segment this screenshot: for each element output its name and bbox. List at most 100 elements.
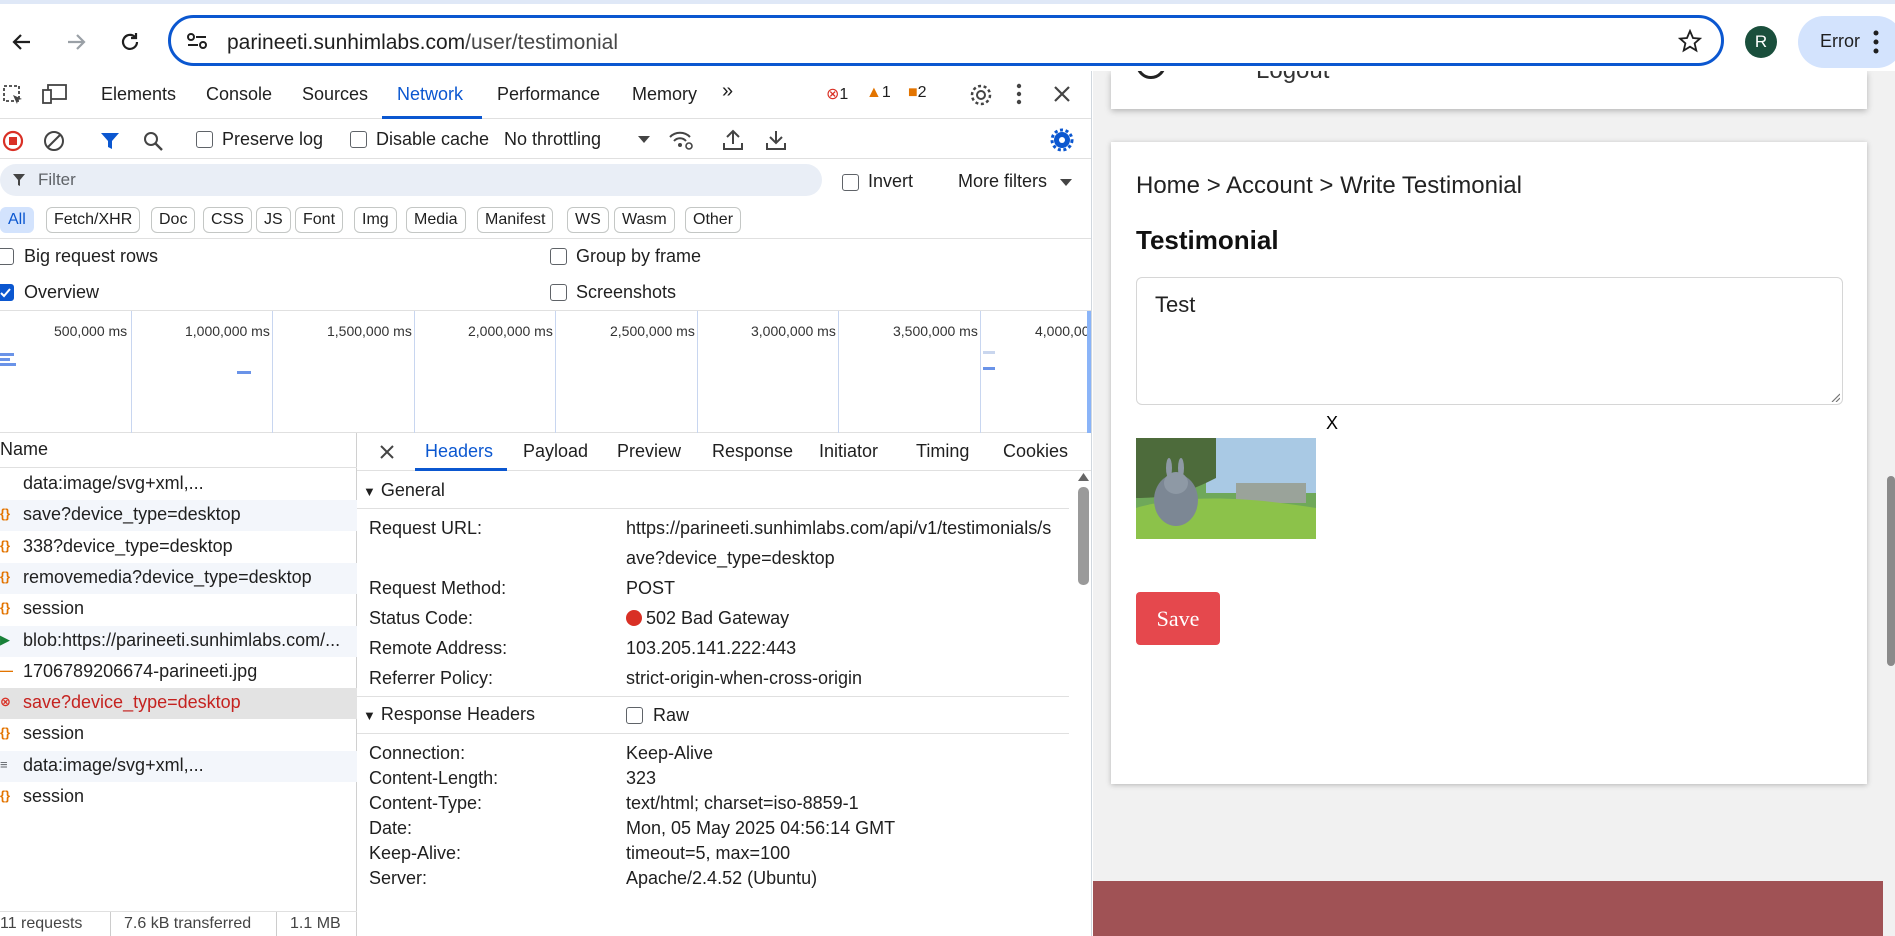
type-filter-doc[interactable]: Doc — [151, 207, 196, 233]
big-request-rows-checkbox[interactable] — [0, 248, 14, 265]
network-settings-gear-icon[interactable] — [1050, 128, 1074, 152]
tab-performance[interactable]: Performance — [497, 84, 600, 105]
type-filter-wasm[interactable]: Wasm — [614, 207, 675, 233]
type-filter-other[interactable]: Other — [685, 207, 742, 233]
back-button[interactable] — [2, 22, 42, 62]
network-toolbar: Preserve log Disable cache No throttling — [0, 119, 1091, 159]
remove-image-button[interactable]: X — [1326, 413, 1338, 434]
export-har-icon[interactable] — [765, 129, 787, 151]
throttling-select[interactable]: No throttling — [504, 119, 654, 159]
tab-initiator[interactable]: Initiator — [819, 441, 878, 462]
testimonial-card: Home > Account > Write Testimonial Testi… — [1111, 142, 1867, 784]
browser-error-button[interactable]: Error — [1798, 16, 1895, 68]
request-row[interactable]: ≡ data:image/svg+xml,... — [0, 750, 357, 782]
logout-link[interactable]: Logout — [1256, 71, 1329, 85]
scrollbar-thumb[interactable] — [1887, 476, 1895, 666]
raw-headers-checkbox[interactable] — [626, 707, 643, 724]
tab-response[interactable]: Response — [712, 441, 793, 462]
filter-input[interactable]: Filter — [0, 164, 822, 196]
stop-recording-icon[interactable] — [2, 130, 24, 152]
type-filter-ws[interactable]: WS — [567, 207, 609, 233]
network-overview-timeline[interactable]: 500,000 ms 1,000,000 ms 1,500,000 ms 2,0… — [0, 311, 1091, 433]
details-scrollbar[interactable] — [1075, 471, 1091, 936]
more-tabs-chevron-icon[interactable]: » — [722, 80, 733, 103]
request-name: data:image/svg+xml,... — [23, 754, 204, 775]
url-text[interactable]: parineeti.sunhimlabs.com/user/testimonia… — [227, 31, 618, 55]
import-har-icon[interactable] — [722, 129, 744, 151]
devtools-menu-icon[interactable] — [1016, 83, 1022, 105]
type-filter-css[interactable]: CSS — [203, 207, 252, 233]
tab-memory[interactable]: Memory — [632, 84, 697, 105]
more-filters-dropdown[interactable]: More filters — [958, 171, 1078, 193]
tab-timing[interactable]: Timing — [916, 441, 969, 462]
logout-icon[interactable] — [1136, 71, 1166, 79]
site-info-icon[interactable] — [185, 30, 209, 52]
screenshots-checkbox[interactable] — [550, 284, 567, 301]
type-filter-img[interactable]: Img — [354, 207, 397, 233]
tab-elements[interactable]: Elements — [101, 84, 176, 105]
page-title: Testimonial — [1136, 225, 1279, 255]
error-counter[interactable]: ⊗1 — [826, 84, 848, 104]
timeline-gridline — [272, 311, 273, 433]
resource-type-filters: All Fetch/XHR Doc CSS JS Font Img Media … — [0, 201, 1091, 239]
scrollbar-thumb[interactable] — [1078, 487, 1089, 585]
request-row[interactable]: — 1706789206674-parineeti.jpg — [0, 657, 357, 688]
reload-button[interactable] — [110, 22, 150, 62]
tab-sources[interactable]: Sources — [302, 84, 368, 105]
page-scrollbar[interactable] — [1883, 71, 1895, 936]
fetch-request-icon: {} — [0, 725, 11, 741]
settings-gear-icon[interactable] — [969, 83, 993, 107]
bookmark-star-icon[interactable] — [1678, 29, 1702, 53]
tab-cookies[interactable]: Cookies — [1003, 441, 1068, 462]
request-list-header[interactable]: Name — [0, 433, 357, 468]
type-filter-fetch-xhr[interactable]: Fetch/XHR — [46, 207, 141, 233]
inspect-element-icon[interactable] — [2, 84, 24, 106]
response-headers-section-header[interactable]: ▼ Response Headers — [363, 704, 535, 725]
type-filter-manifest[interactable]: Manifest — [477, 207, 554, 233]
scroll-up-arrow-icon — [1078, 473, 1089, 481]
address-bar[interactable]: parineeti.sunhimlabs.com/user/testimonia… — [168, 15, 1724, 66]
search-icon[interactable] — [142, 130, 164, 152]
filter-funnel-icon[interactable] — [99, 130, 121, 152]
disable-cache-checkbox[interactable] — [350, 131, 367, 148]
forward-button[interactable] — [56, 22, 96, 62]
network-conditions-icon[interactable] — [668, 129, 694, 151]
tab-payload[interactable]: Payload — [523, 441, 588, 462]
testimonial-textarea[interactable]: Test — [1136, 277, 1843, 405]
type-filter-font[interactable]: Font — [295, 207, 344, 233]
type-filter-media[interactable]: Media — [406, 207, 466, 233]
breadcrumb[interactable]: Home > Account > Write Testimonial — [1136, 172, 1522, 200]
tab-console[interactable]: Console — [206, 84, 272, 105]
request-name: 338?device_type=desktop — [23, 535, 233, 556]
invert-checkbox[interactable] — [842, 174, 859, 191]
request-row[interactable]: {} session — [0, 719, 357, 750]
request-row[interactable]: {} 338?device_type=desktop — [0, 532, 357, 563]
tab-preview[interactable]: Preview — [617, 441, 681, 462]
request-row[interactable]: ▶ blob:https://parineeti.sunhimlabs.com/.… — [0, 625, 357, 657]
request-row[interactable]: {} removemedia?device_type=desktop — [0, 562, 357, 594]
request-row[interactable]: {} session — [0, 782, 357, 813]
type-filter-js[interactable]: JS — [256, 207, 291, 233]
issues-counter[interactable]: ■2 — [908, 84, 927, 102]
request-name: data:image/svg+xml,... — [23, 473, 204, 493]
warning-counter[interactable]: ▲1 — [866, 84, 891, 102]
request-row[interactable]: {} save?device_type=desktop — [0, 500, 357, 532]
save-button[interactable]: Save — [1136, 592, 1220, 645]
timeline-range-handle[interactable] — [1087, 311, 1091, 433]
overview-checkbox[interactable] — [0, 284, 14, 301]
request-row[interactable]: ⊗ save?device_type=desktop — [0, 688, 357, 720]
preserve-log-checkbox[interactable] — [196, 131, 213, 148]
group-by-frame-checkbox[interactable] — [550, 248, 567, 265]
device-toolbar-icon[interactable] — [42, 83, 68, 105]
close-details-icon[interactable] — [379, 444, 395, 460]
tab-network[interactable]: Network — [397, 84, 463, 105]
profile-avatar[interactable]: R — [1745, 26, 1777, 58]
tab-headers[interactable]: Headers — [425, 441, 493, 462]
request-row[interactable]: data:image/svg+xml,... — [0, 469, 357, 500]
general-section-header[interactable]: ▼ General — [363, 480, 445, 501]
close-devtools-icon[interactable] — [1053, 85, 1071, 103]
type-filter-all[interactable]: All — [0, 207, 34, 233]
clear-log-icon[interactable] — [43, 130, 65, 152]
resize-handle-icon[interactable] — [1830, 392, 1840, 402]
request-row[interactable]: {} session — [0, 594, 357, 625]
